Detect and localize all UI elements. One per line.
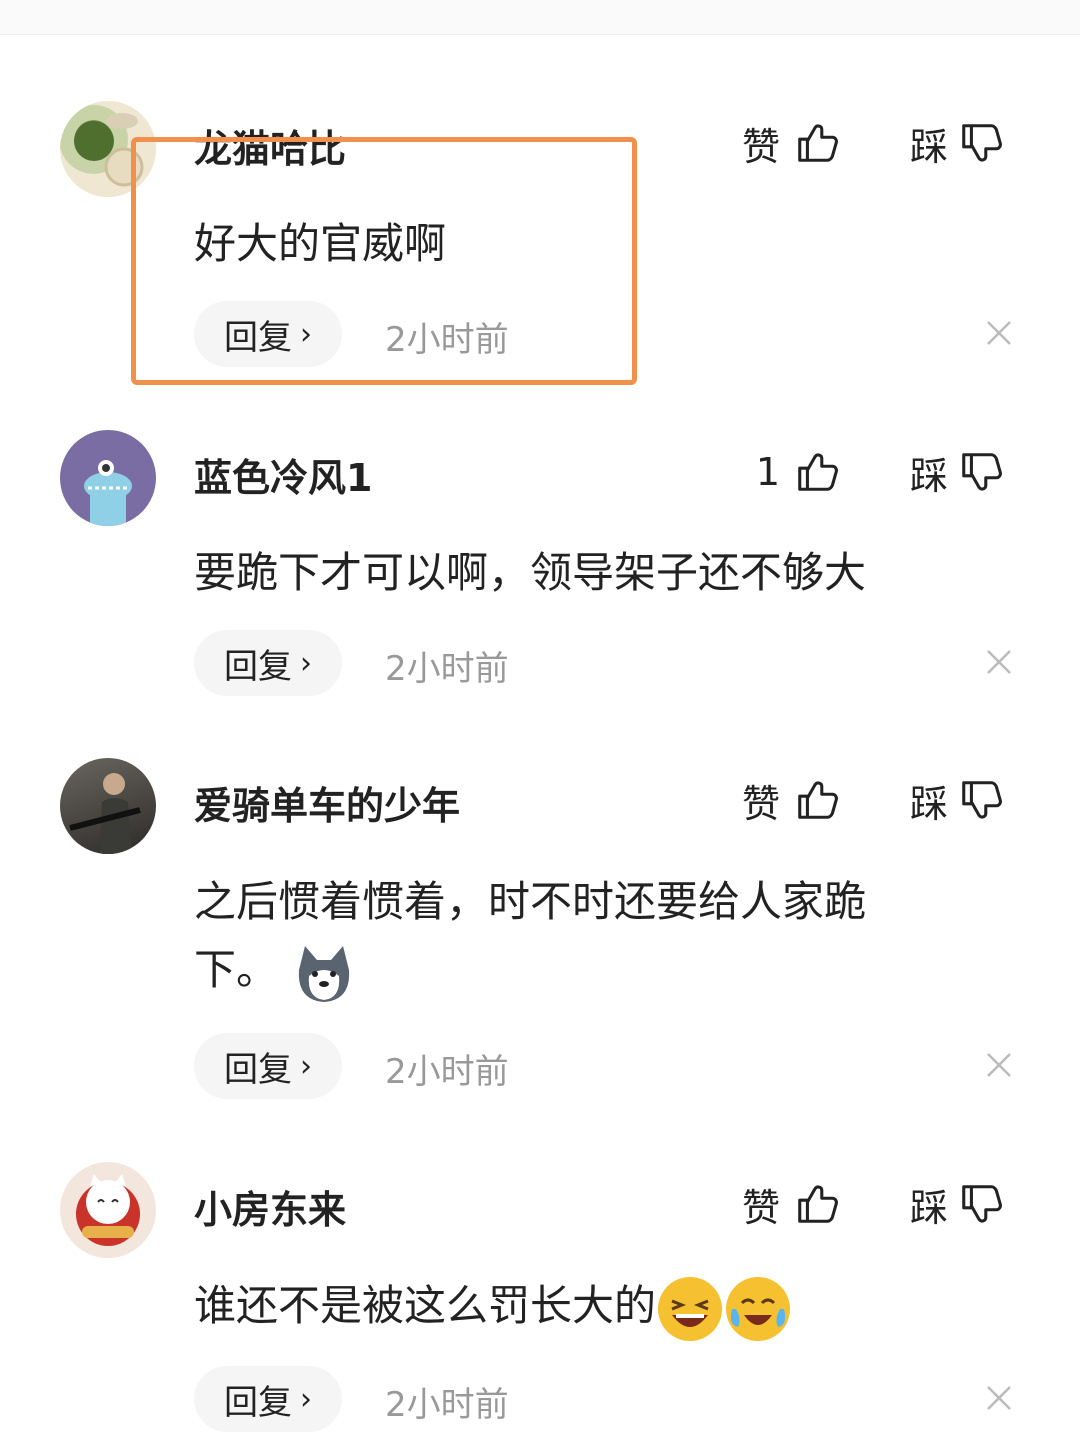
thumbs-down-icon <box>962 781 1002 819</box>
close-icon[interactable] <box>984 1050 1014 1080</box>
like-button[interactable]: 赞 <box>720 1179 840 1230</box>
reply-label: 回复 <box>224 1382 292 1423</box>
username[interactable]: 蓝色冷风1 <box>194 447 372 502</box>
chevron-right-icon: › <box>300 316 312 352</box>
reply-label: 回复 <box>224 317 292 358</box>
avatar-image <box>69 773 141 854</box>
reply-button[interactable]: 回复 › <box>194 1033 342 1099</box>
username[interactable]: 爱骑单车的少年 <box>194 775 460 830</box>
laughing-emoji-icon <box>658 1276 723 1341</box>
comment-text: 之后惯着惯着，时不时还要给人家跪 下。 <box>194 868 984 1006</box>
like-button[interactable]: 赞 <box>720 775 840 826</box>
dislike-button[interactable]: 踩 <box>910 447 1004 498</box>
avatar[interactable] <box>60 1162 156 1258</box>
thumbs-down-icon <box>962 453 1002 491</box>
timestamp: 2小时前 <box>385 649 509 689</box>
dislike-label: 踩 <box>910 124 949 169</box>
reply-button[interactable]: 回复 › <box>194 301 342 367</box>
username[interactable]: 龙猫哈比 <box>194 118 346 173</box>
chevron-right-icon: › <box>300 1381 312 1417</box>
chevron-right-icon: › <box>300 645 312 681</box>
thumbs-up-icon <box>798 453 838 491</box>
chevron-right-icon: › <box>300 1048 312 1084</box>
comment-text-line: 之后惯着惯着，时不时还要给人家跪 <box>194 877 867 926</box>
avatar-image <box>84 460 132 526</box>
dislike-label: 踩 <box>910 1185 949 1230</box>
comment-text: 要跪下才可以啊，领导架子还不够大 <box>194 548 867 597</box>
avatar[interactable] <box>60 101 156 197</box>
close-icon[interactable] <box>984 647 1014 677</box>
top-bar <box>0 0 1080 35</box>
avatar[interactable] <box>60 758 156 854</box>
reply-button[interactable]: 回复 › <box>194 1366 342 1432</box>
reply-label: 回复 <box>224 1049 292 1090</box>
thumbs-up-icon <box>798 124 838 162</box>
avatar[interactable] <box>60 430 156 526</box>
comment-text: 谁还不是被这么罚长大的 <box>194 1272 984 1343</box>
close-icon[interactable] <box>984 1383 1014 1413</box>
dislike-label: 踩 <box>910 781 949 826</box>
dislike-button[interactable]: 踩 <box>910 1179 1004 1230</box>
tears-of-joy-emoji-icon <box>726 1276 791 1341</box>
like-button[interactable]: 1 <box>720 447 840 497</box>
like-count: 赞 <box>741 781 780 826</box>
reply-label: 回复 <box>224 646 292 687</box>
thumbs-up-icon <box>798 781 838 819</box>
like-button[interactable]: 赞 <box>720 118 840 169</box>
comment-text-content: 谁还不是被这么罚长大的 <box>194 1281 657 1330</box>
username[interactable]: 小房东来 <box>194 1179 346 1234</box>
dislike-button[interactable]: 踩 <box>910 118 1004 169</box>
like-count: 赞 <box>741 124 780 169</box>
comment-text-line: 下。 <box>194 945 279 994</box>
thumbs-down-icon <box>962 124 1002 162</box>
dislike-label: 踩 <box>910 453 949 498</box>
avatar-image <box>74 113 144 187</box>
close-icon[interactable] <box>984 318 1014 348</box>
like-count: 1 <box>755 450 780 494</box>
timestamp: 2小时前 <box>385 1052 509 1092</box>
reply-button[interactable]: 回复 › <box>194 630 342 696</box>
timestamp: 2小时前 <box>385 320 509 360</box>
thumbs-up-icon <box>798 1185 838 1223</box>
comment-text: 好大的官威啊 <box>194 219 447 268</box>
husky-emoji-icon <box>299 945 350 1002</box>
like-count: 赞 <box>741 1185 780 1230</box>
comment-text-line-2: 下。 <box>194 936 984 1006</box>
thumbs-down-icon <box>962 1185 1002 1223</box>
avatar-image <box>76 1174 140 1246</box>
dislike-button[interactable]: 踩 <box>910 775 1004 826</box>
